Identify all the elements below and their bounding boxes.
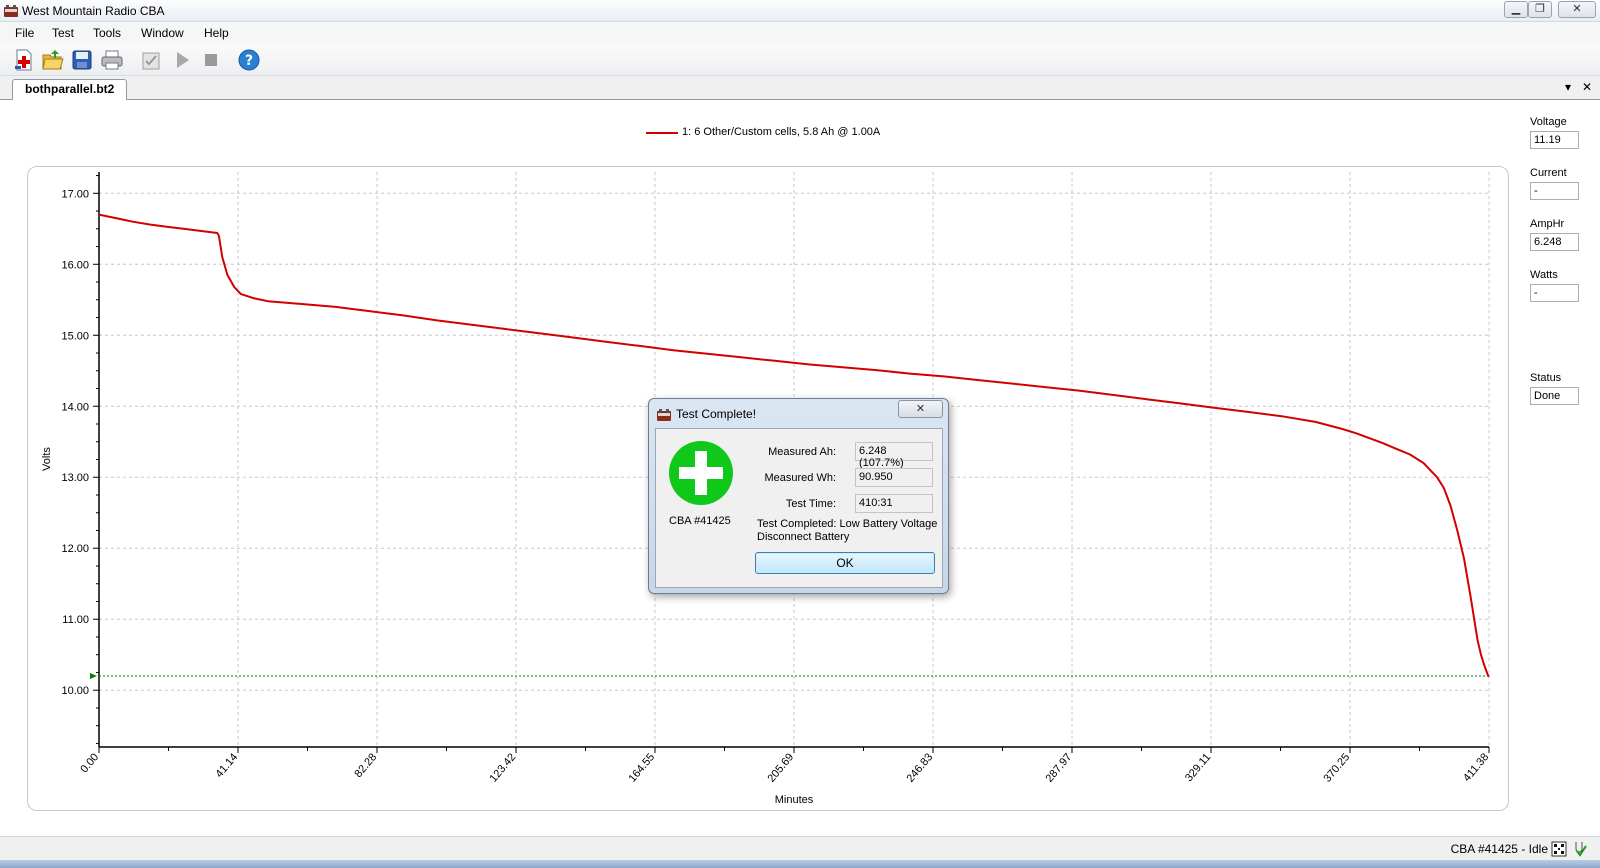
status-label: Status: [1530, 372, 1562, 384]
x-tick-label: 205.69: [765, 751, 796, 784]
y-tick-label: 16.00: [61, 259, 89, 271]
cutoff-marker-icon: [90, 673, 97, 680]
status-field: Status Done: [1530, 372, 1590, 405]
test-time-value: 410:31: [855, 494, 933, 513]
ok-button[interactable]: OK: [755, 552, 935, 574]
os-taskbar: [0, 860, 1600, 868]
voltage-label: Voltage: [1530, 116, 1567, 128]
y-axis-label: Volts: [41, 447, 53, 471]
current-label: Current: [1530, 167, 1567, 179]
measured-ah-value: 6.248 (107.7%): [855, 442, 933, 469]
y-tick-label: 14.00: [61, 401, 89, 413]
x-tick-label: 0.00: [78, 751, 101, 775]
current-value: -: [1530, 182, 1579, 200]
y-tick-label: 15.00: [61, 330, 89, 342]
status-bar: CBA #41425 - Idle: [0, 836, 1600, 860]
x-tick-label: 123.42: [487, 751, 518, 784]
status-text: CBA #41425 - Idle: [1450, 842, 1548, 856]
x-tick-label: 329.11: [1183, 751, 1213, 784]
device-grid-icon: [1551, 841, 1567, 860]
x-tick-label: 41.14: [213, 751, 240, 780]
x-tick-label: 82.28: [352, 751, 379, 780]
y-tick-label: 10.00: [61, 685, 89, 697]
cba-id: CBA #41425: [669, 515, 731, 527]
voltage-field: Voltage 11.19: [1530, 116, 1590, 149]
watts-field: Watts -: [1530, 269, 1590, 302]
current-field: Current -: [1530, 167, 1590, 200]
success-plus-icon: [668, 440, 734, 506]
amphr-field: AmpHr 6.248: [1530, 218, 1590, 251]
measured-wh-value: 90.950: [855, 468, 933, 487]
x-tick-label: 164.55: [626, 751, 657, 784]
y-tick-label: 17.00: [61, 188, 89, 200]
measured-ah-label: Measured Ah:: [768, 446, 836, 458]
test-time-label: Test Time:: [785, 498, 836, 510]
dialog-title: Test Complete!: [676, 407, 757, 421]
x-tick-label: 287.97: [1043, 751, 1074, 784]
amphr-label: AmpHr: [1530, 218, 1565, 230]
dialog-close-button[interactable]: ✕: [898, 400, 943, 418]
completion-message: Test Completed: Low Battery Voltage: [757, 518, 938, 530]
disconnect-message: Disconnect Battery: [757, 531, 850, 543]
battery-app-icon: [656, 407, 672, 426]
amphr-value: 6.248: [1530, 233, 1579, 251]
dialog-body: CBA #41425 Measured Ah: 6.248 (107.7%) M…: [655, 428, 943, 588]
connected-check-icon: [1571, 841, 1587, 860]
watts-label: Watts: [1530, 269, 1558, 281]
watts-value: -: [1530, 284, 1579, 302]
test-complete-dialog: Test Complete! ✕ CBA #41425 Measured Ah:…: [648, 398, 949, 594]
x-tick-label: 411.38: [1461, 751, 1491, 784]
x-tick-label: 370.25: [1321, 751, 1352, 784]
y-tick-label: 12.00: [61, 543, 89, 555]
y-tick-label: 11.00: [62, 614, 89, 626]
status-value: Done: [1530, 387, 1579, 405]
voltage-value: 11.19: [1530, 131, 1579, 149]
y-tick-label: 13.00: [61, 472, 89, 484]
x-tick-label: 246.83: [904, 751, 935, 784]
measured-wh-label: Measured Wh:: [764, 472, 836, 484]
x-axis-label: Minutes: [775, 794, 814, 806]
